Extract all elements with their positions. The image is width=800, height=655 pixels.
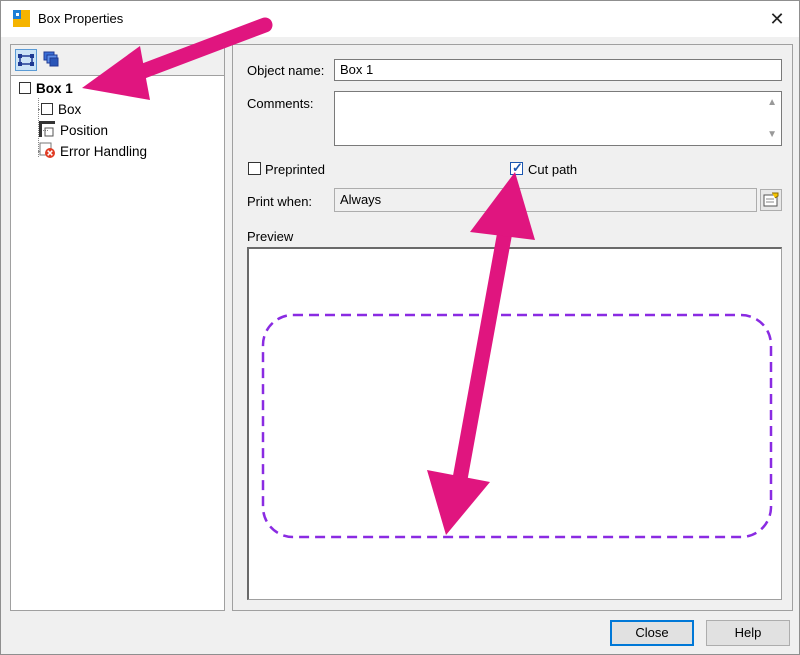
print-when-edit-button[interactable] xyxy=(760,189,782,211)
navigation-toolbar xyxy=(11,45,224,76)
comments-label: Comments: xyxy=(247,96,314,111)
close-window-button[interactable]: ✕ xyxy=(763,5,791,33)
title-bar: Box Properties ✕ xyxy=(1,1,799,37)
tree-item-position[interactable]: Position xyxy=(39,120,108,140)
tree-item-label: Box xyxy=(58,101,82,117)
tree-item-label: Error Handling xyxy=(60,143,148,159)
object-name-label: Object name: xyxy=(247,63,325,78)
tree-item-box-1[interactable]: Box 1 xyxy=(19,78,73,98)
error-handling-icon xyxy=(39,142,55,161)
navigation-panel: Box 1 Box Position Error Handling xyxy=(10,44,225,611)
help-button[interactable]: Help xyxy=(706,620,790,646)
tree-item-error-handling[interactable]: Error Handling xyxy=(39,141,147,161)
layers-icon xyxy=(41,51,61,72)
close-button[interactable]: Close xyxy=(610,620,694,646)
window-title: Box Properties xyxy=(38,11,124,26)
scroll-down-icon[interactable]: ▼ xyxy=(767,127,777,142)
tree-item-label: Box 1 xyxy=(36,80,73,96)
tree-item-box[interactable]: Box xyxy=(41,99,81,119)
edit-expression-icon xyxy=(761,192,781,213)
layers-view-button[interactable] xyxy=(41,49,63,71)
cut-path-label: Cut path xyxy=(528,162,578,177)
scroll-up-icon[interactable]: ▲ xyxy=(767,95,777,110)
preprinted-label: Preprinted xyxy=(265,162,325,177)
preview-area xyxy=(247,247,782,600)
preprinted-checkbox[interactable] xyxy=(248,162,261,175)
preview-label: Preview xyxy=(247,229,294,244)
checkmark-icon: ✓ xyxy=(512,160,523,175)
shape-icon xyxy=(16,54,36,73)
box-outline-icon xyxy=(19,82,31,94)
cut-path-preview xyxy=(261,313,773,539)
box-icon xyxy=(41,103,53,115)
print-when-label: Print when: xyxy=(247,194,313,209)
box-properties-dialog: Box Properties ✕ Box 1 Box Position Erro… xyxy=(0,0,800,655)
tree-item-label: Position xyxy=(60,122,109,138)
object-name-input[interactable]: Box 1 xyxy=(334,59,782,81)
print-when-field[interactable]: Always xyxy=(334,188,757,212)
app-icon xyxy=(13,10,30,27)
comments-textarea[interactable]: ▲ ▼ xyxy=(334,91,782,146)
position-icon xyxy=(39,120,55,140)
cut-path-checkbox[interactable]: ✓ xyxy=(510,160,523,175)
shape-view-button[interactable] xyxy=(15,49,37,71)
